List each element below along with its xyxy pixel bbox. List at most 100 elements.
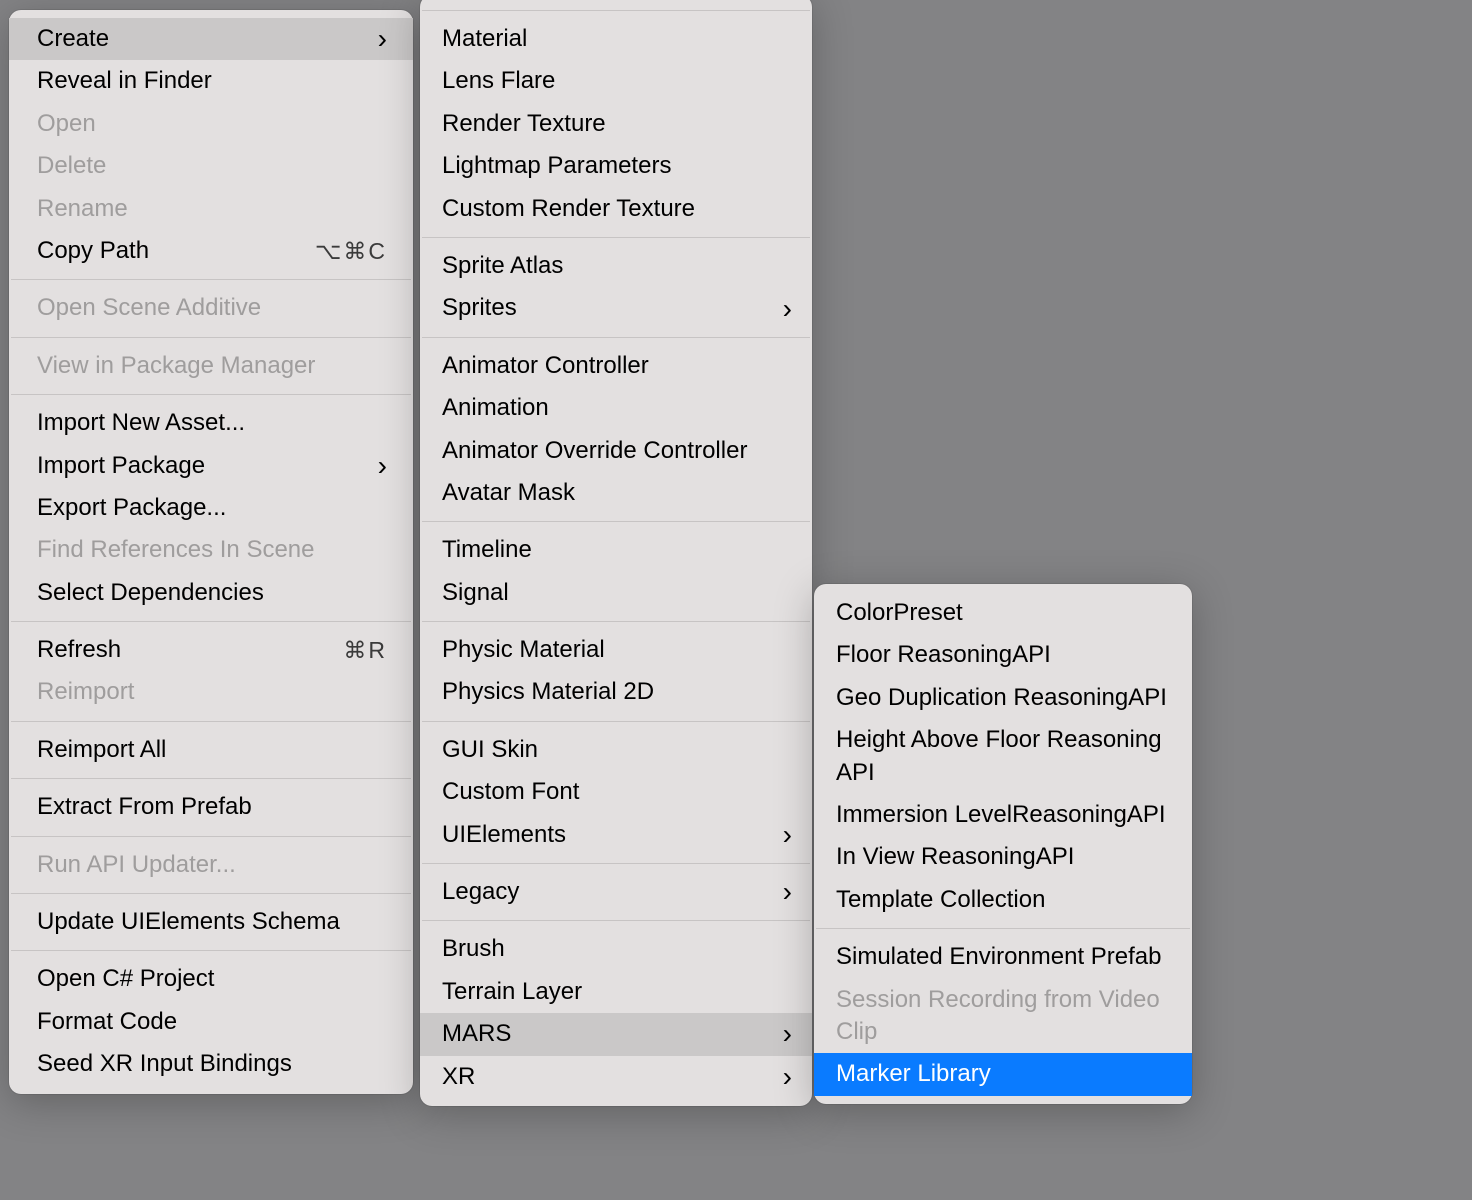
menu-item-label: Sprites <box>442 292 517 324</box>
menu-separator <box>422 863 810 864</box>
menu-separator <box>11 337 411 338</box>
menu-separator <box>816 928 1190 929</box>
menu-item-open: Open <box>9 103 413 145</box>
menu-item-geo-duplication-reasoningapi[interactable]: Geo Duplication ReasoningAPI <box>814 677 1192 719</box>
menu-separator <box>11 394 411 395</box>
menu-separator <box>422 521 810 522</box>
menu-item-label: Avatar Mask <box>442 477 575 509</box>
menu-item-signal[interactable]: Signal <box>420 572 812 614</box>
menu-item-mars[interactable]: MARS › <box>420 1013 812 1055</box>
menu-item-find-references-in-scene: Find References In Scene <box>9 529 413 571</box>
menu-item-lightmap-parameters[interactable]: Lightmap Parameters <box>420 145 812 187</box>
menu-item-xr[interactable]: XR › <box>420 1056 812 1098</box>
menu-item-sprites[interactable]: Sprites › <box>420 287 812 329</box>
menu-item-extract-from-prefab[interactable]: Extract From Prefab <box>9 786 413 828</box>
menu-separator <box>422 337 810 338</box>
chevron-right-icon: › <box>378 452 387 480</box>
menu-separator <box>11 836 411 837</box>
menu-item-label: Height Above Floor Reasoning API <box>836 724 1172 789</box>
menu-item-seed-xr-input-bindings[interactable]: Seed XR Input Bindings <box>9 1043 413 1085</box>
menu-item-custom-font[interactable]: Custom Font <box>420 771 812 813</box>
menu-item-label: Create <box>37 23 109 55</box>
menu-item-reveal-in-finder[interactable]: Reveal in Finder <box>9 60 413 102</box>
menu-item-animator-override-controller[interactable]: Animator Override Controller <box>420 430 812 472</box>
menu-item-update-uielements-schema[interactable]: Update UIElements Schema <box>9 901 413 943</box>
menu-item-label: UIElements <box>442 819 566 851</box>
menu-item-label: Animator Controller <box>442 350 649 382</box>
menu-item-immersion-levelreasoningapi[interactable]: Immersion LevelReasoningAPI <box>814 794 1192 836</box>
menu-item-label: MARS <box>442 1018 511 1050</box>
menu-item-session-recording-from-video-clip: Session Recording from Video Clip <box>814 979 1192 1054</box>
menu-item-in-view-reasoningapi[interactable]: In View ReasoningAPI <box>814 836 1192 878</box>
menu-item-uielements[interactable]: UIElements › <box>420 814 812 856</box>
menu-item-sprite-atlas[interactable]: Sprite Atlas <box>420 245 812 287</box>
menu-item-label: Terrain Layer <box>442 976 582 1008</box>
menu-item-floor-reasoningapi[interactable]: Floor ReasoningAPI <box>814 634 1192 676</box>
menu-item-format-code[interactable]: Format Code <box>9 1001 413 1043</box>
menu-item-create[interactable]: Create › <box>9 18 413 60</box>
chevron-right-icon: › <box>783 821 792 849</box>
menu-item-reimport: Reimport <box>9 671 413 713</box>
context-menu-assets: Create › Reveal in Finder Open Delete Re… <box>9 10 413 1094</box>
submenu-create: Material Lens Flare Render Texture Light… <box>420 0 812 1106</box>
menu-item-label: Refresh <box>37 634 121 666</box>
chevron-right-icon: › <box>783 1063 792 1091</box>
menu-item-label: Export Package... <box>37 492 226 524</box>
menu-item-label: Floor ReasoningAPI <box>836 639 1051 671</box>
menu-separator <box>11 778 411 779</box>
menu-item-reimport-all[interactable]: Reimport All <box>9 729 413 771</box>
menu-item-label: Physics Material 2D <box>442 676 654 708</box>
menu-separator <box>422 621 810 622</box>
menu-item-label: Animation <box>442 392 549 424</box>
menu-item-physic-material[interactable]: Physic Material <box>420 629 812 671</box>
menu-item-gui-skin[interactable]: GUI Skin <box>420 729 812 771</box>
chevron-right-icon: › <box>783 295 792 323</box>
menu-item-custom-render-texture[interactable]: Custom Render Texture <box>420 188 812 230</box>
menu-item-label: Lightmap Parameters <box>442 150 671 182</box>
menu-item-material[interactable]: Material <box>420 18 812 60</box>
menu-item-animation[interactable]: Animation <box>420 387 812 429</box>
menu-item-height-above-floor-reasoning-api[interactable]: Height Above Floor Reasoning API <box>814 719 1192 794</box>
menu-item-label: Open Scene Additive <box>37 292 261 324</box>
menu-item-open-cs-project[interactable]: Open C# Project <box>9 958 413 1000</box>
menu-item-simulated-environment-prefab[interactable]: Simulated Environment Prefab <box>814 936 1192 978</box>
menu-item-lens-flare[interactable]: Lens Flare <box>420 60 812 102</box>
menu-item-label: Update UIElements Schema <box>37 906 340 938</box>
menu-item-avatar-mask[interactable]: Avatar Mask <box>420 472 812 514</box>
menu-item-copy-path[interactable]: Copy Path ⌥⌘C <box>9 230 413 272</box>
menu-item-render-texture[interactable]: Render Texture <box>420 103 812 145</box>
menu-item-label: Open <box>37 108 96 140</box>
menu-item-label: Signal <box>442 577 509 609</box>
menu-item-animator-controller[interactable]: Animator Controller <box>420 345 812 387</box>
menu-item-label: Extract From Prefab <box>37 791 252 823</box>
menu-item-label: Marker Library <box>836 1058 991 1090</box>
submenu-mars: ColorPreset Floor ReasoningAPI Geo Dupli… <box>814 584 1192 1104</box>
menu-separator <box>11 279 411 280</box>
menu-item-brush[interactable]: Brush <box>420 928 812 970</box>
menu-item-label: Import Package <box>37 450 205 482</box>
menu-item-label: Select Dependencies <box>37 577 264 609</box>
menu-item-label: Open C# Project <box>37 963 214 995</box>
menu-item-colorpreset[interactable]: ColorPreset <box>814 592 1192 634</box>
menu-item-marker-library[interactable]: Marker Library <box>814 1053 1192 1095</box>
menu-item-label: Format Code <box>37 1006 177 1038</box>
menu-item-refresh[interactable]: Refresh ⌘R <box>9 629 413 671</box>
menu-item-template-collection[interactable]: Template Collection <box>814 879 1192 921</box>
menu-item-import-new-asset[interactable]: Import New Asset... <box>9 402 413 444</box>
menu-item-physics-material-2d[interactable]: Physics Material 2D <box>420 671 812 713</box>
menu-item-legacy[interactable]: Legacy › <box>420 871 812 913</box>
menu-item-label: Import New Asset... <box>37 407 245 439</box>
menu-item-label: Session Recording from Video Clip <box>836 984 1172 1049</box>
menu-item-label: Simulated Environment Prefab <box>836 941 1162 973</box>
menu-item-delete: Delete <box>9 145 413 187</box>
menu-item-export-package[interactable]: Export Package... <box>9 487 413 529</box>
menu-item-import-package[interactable]: Import Package › <box>9 445 413 487</box>
menu-item-label: Geo Duplication ReasoningAPI <box>836 682 1167 714</box>
menu-item-timeline[interactable]: Timeline <box>420 529 812 571</box>
chevron-right-icon: › <box>783 878 792 906</box>
menu-item-label: Seed XR Input Bindings <box>37 1048 292 1080</box>
menu-item-terrain-layer[interactable]: Terrain Layer <box>420 971 812 1013</box>
menu-item-label: Run API Updater... <box>37 849 236 881</box>
menu-item-select-dependencies[interactable]: Select Dependencies <box>9 572 413 614</box>
menu-item-label: Animator Override Controller <box>442 435 747 467</box>
